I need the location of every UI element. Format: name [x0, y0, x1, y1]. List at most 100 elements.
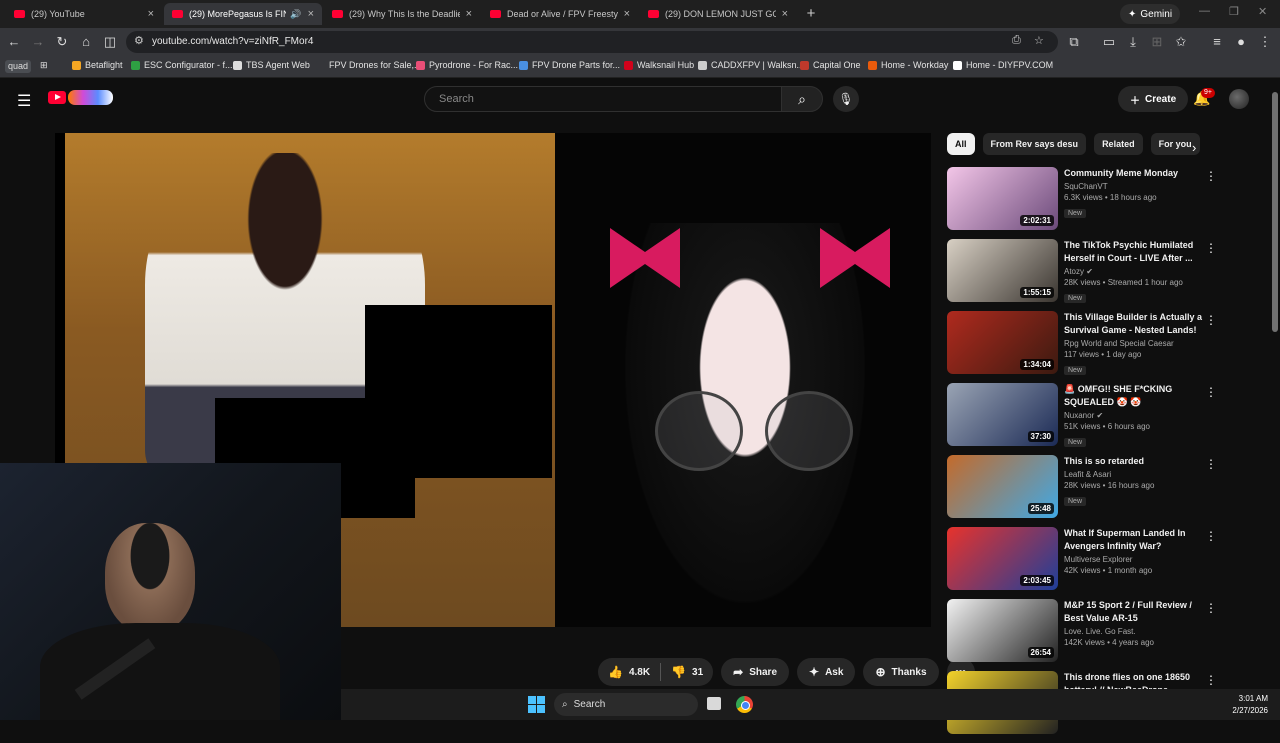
ask-button[interactable]: ✦ Ask [797, 658, 856, 686]
more-vertical-icon[interactable]: ⋮ [1205, 313, 1217, 327]
close-window-icon[interactable]: ✕ [1258, 5, 1267, 18]
video-title[interactable]: 🚨 OMFG!! SHE F*CKING SQUEALED 🤡 🤡 [1064, 383, 1204, 409]
channel-name[interactable]: Love. Live. Go Fast. [1064, 627, 1204, 636]
video-thumbnail[interactable]: 2:03:45 [947, 527, 1058, 590]
search-input[interactable] [425, 87, 765, 111]
browser-tab[interactable]: (29) DON LEMON JUST GOT MAS × [640, 3, 796, 25]
search-box[interactable] [424, 86, 782, 112]
more-vertical-icon[interactable]: ⋮ [1205, 385, 1217, 399]
account-avatar[interactable] [1229, 89, 1249, 109]
bookmark-diyfpv[interactable]: Home - DIYFPV.COM [953, 60, 1053, 70]
recommendation-item[interactable]: 37:30 🚨 OMFG!! SHE F*CKING SQUEALED 🤡 🤡 Nu… [947, 383, 1217, 455]
recommendation-item[interactable]: 26:54 M&P 15 Sport 2 / Full Review / Best… [947, 599, 1217, 671]
more-vertical-icon[interactable]: ⋮ [1205, 529, 1217, 543]
bookmark-esc-configurator[interactable]: ESC Configurator - f... [131, 60, 233, 70]
recommendation-item[interactable]: 1:34:04 This Village Builder is Actually … [947, 311, 1217, 383]
channel-name[interactable]: Leafit & Asari [1064, 470, 1204, 479]
youtube-logo-icon[interactable] [48, 91, 66, 104]
video-info[interactable]: M&P 15 Sport 2 / Full Review / Best Valu… [1064, 599, 1204, 647]
video-info[interactable]: This is so retarded Leafit & Asari 28K vie… [1064, 455, 1204, 508]
video-info[interactable]: The TikTok Psychic Humilated Herself in … [1064, 239, 1204, 305]
bookmark-betaflight[interactable]: Betaflight [72, 60, 123, 70]
close-tab-icon[interactable]: × [782, 8, 788, 20]
bookmark-pyrodrone[interactable]: Pyrodrone - For Rac... [416, 60, 518, 70]
windows-start-icon[interactable] [528, 696, 545, 713]
close-tab-icon[interactable]: × [308, 8, 314, 20]
like-button[interactable]: 👍 4.8K [598, 658, 660, 686]
video-thumbnail[interactable]: 1:34:04 [947, 311, 1058, 374]
reload-icon[interactable]: ↻ [54, 34, 70, 50]
share-button[interactable]: ➦ Share [721, 658, 790, 686]
bookmark-tbs-agent-web[interactable]: TBS Agent Web [233, 60, 310, 70]
create-button[interactable]: ＋ Create [1118, 86, 1189, 112]
profile-avatar-icon[interactable]: ● [1233, 34, 1249, 50]
minimize-icon[interactable]: — [1199, 5, 1210, 17]
file-explorer-icon[interactable] [707, 697, 721, 710]
browser-tab[interactable]: (29) YouTube × [6, 3, 162, 25]
recommendation-item[interactable]: 1:55:15 The TikTok Psychic Humilated Hers… [947, 239, 1217, 311]
chrome-icon[interactable] [736, 696, 753, 713]
channel-name[interactable]: Rpg World and Special Caesar [1064, 339, 1204, 348]
channel-name[interactable]: Multiverse Explorer [1064, 555, 1204, 564]
chip-all[interactable]: All [947, 133, 975, 155]
video-thumbnail[interactable]: 1:55:15 [947, 239, 1058, 302]
bookmark-fpv-drones-for-sale[interactable]: FPV Drones for Sale,... [316, 60, 422, 70]
video-title[interactable]: What If Superman Landed In Avengers Infi… [1064, 527, 1204, 553]
cast-icon[interactable]: ▭ [1101, 34, 1117, 50]
bookmark-capital-one[interactable]: Capital One [800, 60, 861, 70]
video-info[interactable]: 🚨 OMFG!! SHE F*CKING SQUEALED 🤡 🤡 Nuxanor… [1064, 383, 1204, 449]
page-scrollbar[interactable] [1270, 80, 1280, 690]
bookmark-folder-quad[interactable]: quad [5, 60, 32, 73]
download-icon[interactable]: ⤓ [1125, 34, 1141, 50]
more-vertical-icon[interactable]: ⋮ [1205, 169, 1217, 183]
recommendation-item[interactable]: 2:03:45 What If Superman Landed In Avenge… [947, 527, 1217, 599]
recommendation-item[interactable]: 25:48 This is so retarded Leafit & Asari 28… [947, 455, 1217, 527]
video-info[interactable]: This Village Builder is Actually a Survi… [1064, 311, 1204, 377]
extensions-icon[interactable]: ⧉ [1066, 34, 1082, 50]
favorites-icon[interactable]: ✩ [1173, 34, 1189, 50]
close-tab-icon[interactable]: × [624, 8, 630, 20]
dislike-button[interactable]: 👎 31 [661, 658, 713, 686]
bookmark-caddxfpv[interactable]: CADDXFPV | Walksn... [698, 60, 804, 70]
bookmark-workday[interactable]: Home - Workday [868, 60, 948, 70]
browser-tab[interactable]: (29) Why This Is the Deadliest Bo × [324, 3, 480, 25]
site-info-icon[interactable]: ⚙ [134, 34, 144, 47]
youtube-doodle-icon[interactable] [68, 90, 113, 105]
maximize-icon[interactable]: ❐ [1229, 5, 1239, 18]
video-thumbnail[interactable]: 37:30 [947, 383, 1058, 446]
bookmark-star-icon[interactable]: ☆ [1034, 34, 1044, 47]
back-icon[interactable]: ← [6, 34, 22, 50]
new-tab-button[interactable]: + [802, 5, 820, 23]
url-text[interactable]: youtube.com/watch?v=ziNfR_FMor4 [152, 36, 313, 47]
thanks-button[interactable]: ⊕ Thanks [863, 658, 939, 686]
install-app-icon[interactable]: ⎙ [1012, 34, 1021, 47]
side-panel-icon[interactable]: ◫ [102, 34, 118, 50]
close-tab-icon[interactable]: × [466, 8, 472, 20]
video-thumbnail[interactable]: 26:54 [947, 599, 1058, 662]
chrome-menu-icon[interactable]: ⋮ [1257, 34, 1273, 50]
video-title[interactable]: The TikTok Psychic Humilated Herself in … [1064, 239, 1204, 265]
reading-list-icon[interactable]: ≡ [1209, 34, 1225, 50]
video-thumbnail[interactable]: 25:48 [947, 455, 1058, 518]
more-vertical-icon[interactable]: ⋮ [1205, 457, 1217, 471]
video-title[interactable]: Community Meme Monday [1064, 167, 1204, 180]
video-info[interactable]: What If Superman Landed In Avengers Infi… [1064, 527, 1204, 575]
home-icon[interactable]: ⌂ [78, 34, 94, 50]
chip-from-channel[interactable]: From Rev says desu [982, 133, 1087, 155]
voice-search-icon[interactable]: 🎙 [833, 86, 859, 112]
chip-related[interactable]: Related [1094, 133, 1143, 155]
translate-icon[interactable]: ⊞ [1149, 34, 1165, 50]
browser-tab-active[interactable]: (29) MorePegasus Is FINISHED 🔊 × [164, 3, 322, 25]
more-vertical-icon[interactable]: ⋮ [1205, 601, 1217, 615]
recommendation-item[interactable]: 2:02:31 Community Meme Monday SquChanVT 6.3… [947, 167, 1217, 239]
gemini-button[interactable]: ✦ Gemini [1120, 4, 1181, 24]
taskbar-search[interactable]: ⌕ Search [554, 693, 698, 716]
chevron-right-icon[interactable]: › [1192, 140, 1196, 155]
bookmark-walksnail-hub[interactable]: Walksnail Hub [624, 60, 694, 70]
video-title[interactable]: This Village Builder is Actually a Survi… [1064, 311, 1204, 337]
channel-name[interactable]: Nuxanor ✔ [1064, 411, 1204, 420]
video-title[interactable]: M&P 15 Sport 2 / Full Review / Best Valu… [1064, 599, 1204, 625]
more-vertical-icon[interactable]: ⋮ [1205, 673, 1217, 687]
more-vertical-icon[interactable]: ⋮ [1205, 241, 1217, 255]
audio-playing-icon[interactable]: 🔊 [290, 9, 301, 20]
